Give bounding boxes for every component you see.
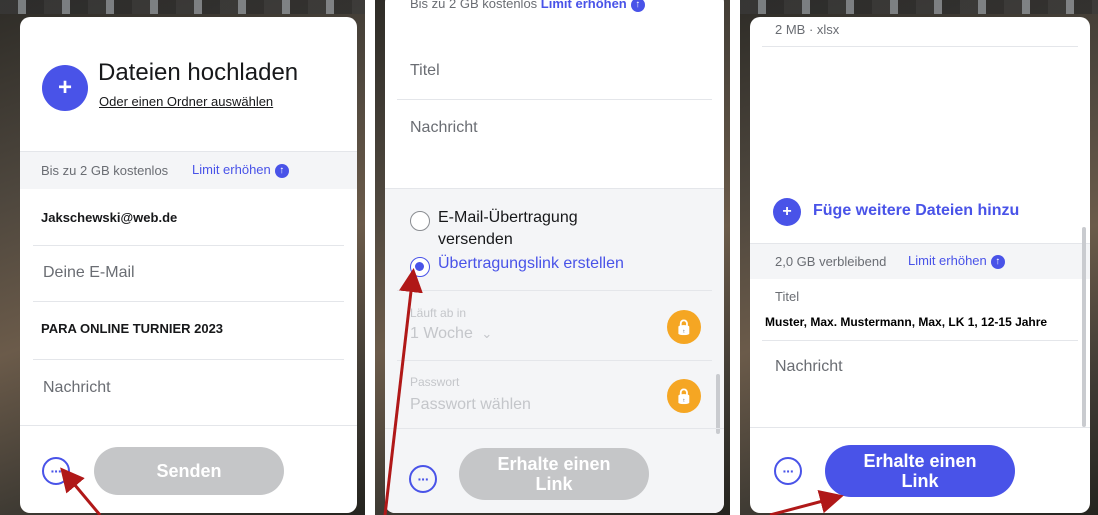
add-files-button[interactable]: +: [42, 65, 88, 111]
divider: [385, 188, 724, 189]
expiry-label: Läuft ab in: [410, 306, 467, 320]
background-strip: [740, 0, 1098, 14]
upload-arrow-icon: ↑: [630, 0, 645, 12]
limit-text-partial: Bis zu 2 GB kostenlos Limit erhöhen ↑: [410, 0, 645, 12]
increase-limit-link[interactable]: Limit erhöhen ↑: [192, 162, 289, 178]
divider: [385, 428, 724, 429]
password-field[interactable]: Passwort wählen: [410, 396, 531, 414]
scrollbar[interactable]: [1082, 227, 1086, 427]
radio-email-transfer[interactable]: [410, 211, 430, 231]
option-email-label: E-Mail-Übertragung versenden: [438, 209, 578, 248]
increase-limit-label: Limit erhöhen: [192, 162, 271, 177]
panel-link-options: Bis zu 2 GB kostenlos Limit erhöhen ↑ Tit…: [375, 0, 730, 515]
title-label: Titel: [775, 289, 800, 304]
divider: [750, 243, 1090, 244]
select-folder-link[interactable]: Oder einen Ordner auswählen: [99, 94, 273, 109]
upload-arrow-icon: ↑: [990, 254, 1005, 269]
your-email-field[interactable]: Deine E-Mail: [43, 264, 135, 282]
lock-glyph: 🔒: [674, 388, 694, 405]
add-more-files-label[interactable]: Füge weitere Dateien hinzu: [813, 202, 1019, 220]
radio-transfer-link[interactable]: [410, 257, 430, 277]
transfer-card: Bis zu 2 GB kostenlos Limit erhöhen ↑ Tit…: [385, 0, 724, 513]
plus-icon: +: [57, 74, 72, 101]
send-button[interactable]: Senden: [94, 447, 284, 495]
divider: [397, 360, 712, 361]
lock-icon[interactable]: 🔒: [667, 310, 701, 344]
divider: [20, 151, 357, 152]
message-field[interactable]: Nachricht: [775, 358, 843, 376]
more-options-icon[interactable]: ···: [774, 457, 802, 485]
password-label: Passwort: [410, 375, 460, 389]
increase-limit-link[interactable]: Limit erhöhen ↑: [540, 0, 645, 12]
plus-icon: +: [782, 203, 792, 220]
remaining-space: 2,0 GB verbleibend: [775, 254, 887, 269]
upload-arrow-icon: ↑: [274, 163, 289, 178]
add-more-files-button[interactable]: +: [773, 198, 801, 226]
to-email-value[interactable]: Jakschewski@web.de: [41, 210, 177, 225]
lock-icon[interactable]: 🔒: [667, 379, 701, 413]
limit-text: Bis zu 2 GB kostenlos: [41, 163, 169, 178]
increase-limit-label: Limit erhöhen: [540, 0, 627, 11]
chevron-down-icon: ⌄: [481, 326, 493, 341]
divider: [33, 301, 344, 302]
limit-text: Bis zu 2 GB kostenlos: [410, 0, 538, 11]
title-value[interactable]: PARA ONLINE TURNIER 2023: [41, 321, 223, 336]
more-options-icon[interactable]: ···: [42, 457, 70, 485]
title-field[interactable]: Titel: [410, 62, 440, 80]
divider: [33, 245, 344, 246]
message-field[interactable]: Nachricht: [410, 119, 478, 137]
expiry-value: 1 Woche: [410, 325, 473, 342]
more-options-icon[interactable]: ···: [409, 465, 437, 493]
increase-limit-link[interactable]: Limit erhöhen ↑: [908, 253, 1005, 269]
divider: [397, 290, 712, 291]
background-strip: [0, 0, 365, 14]
lock-glyph: 🔒: [674, 319, 694, 336]
transfer-card: 2 MB · xlsx + Füge weitere Dateien hinzu…: [750, 17, 1090, 513]
divider: [397, 99, 712, 100]
panel-upload-form: + Dateien hochladen Oder einen Ordner au…: [0, 0, 365, 515]
divider: [20, 425, 357, 426]
scrollbar[interactable]: [716, 374, 720, 434]
increase-limit-label: Limit erhöhen: [908, 253, 987, 268]
file-info: 2 MB · xlsx: [775, 22, 840, 37]
expiry-select[interactable]: 1 Woche ⌄: [410, 325, 492, 343]
divider: [750, 427, 1090, 428]
option-link-label: Übertragungslink erstellen: [438, 255, 624, 272]
message-field[interactable]: Nachricht: [43, 379, 111, 397]
divider: [762, 340, 1078, 341]
transfer-card: + Dateien hochladen Oder einen Ordner au…: [20, 17, 357, 513]
get-link-button[interactable]: Erhalte einen Link: [825, 445, 1015, 497]
divider: [33, 359, 344, 360]
upload-title: Dateien hochladen: [98, 59, 299, 86]
get-link-button[interactable]: Erhalte einen Link: [459, 448, 649, 500]
title-value[interactable]: Muster, Max. Mustermann, Max, LK 1, 12-1…: [762, 314, 1051, 330]
panel-ready-to-send: 2 MB · xlsx + Füge weitere Dateien hinzu…: [740, 0, 1098, 515]
divider: [762, 46, 1078, 47]
